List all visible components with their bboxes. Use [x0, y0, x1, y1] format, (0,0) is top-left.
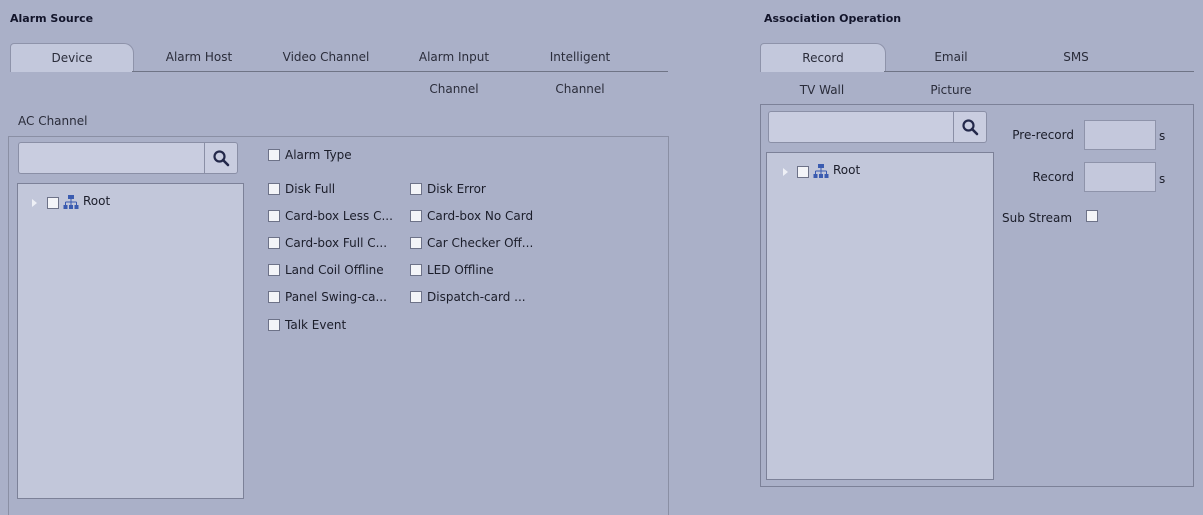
- panel-swing-label: Panel Swing-ca...: [285, 290, 387, 304]
- disk-error-checkbox[interactable]: [410, 183, 422, 195]
- tab-device[interactable]: Device: [10, 43, 134, 72]
- root-checkbox[interactable]: [47, 197, 59, 209]
- panel-top-border: [8, 136, 668, 137]
- record-unit: s: [1159, 172, 1166, 186]
- led-offline-label: LED Offline: [427, 263, 494, 277]
- tab-intelligent-channel[interactable]: Intelligent Channel: [524, 43, 636, 103]
- tree-root-label: Root: [83, 194, 111, 208]
- record-input[interactable]: [1084, 162, 1156, 192]
- tab-record[interactable]: Record: [760, 43, 886, 72]
- assoc-tree-panel: Root: [766, 152, 994, 480]
- card-box-no-card-checkbox[interactable]: [410, 210, 422, 222]
- card-box-no-card-label: Card-box No Card: [427, 209, 534, 223]
- device-search-input[interactable]: [18, 142, 204, 174]
- pre-record-unit: s: [1159, 129, 1166, 143]
- pre-record-label: Pre-record: [1012, 128, 1074, 142]
- tab-tv-wall[interactable]: TV Wall: [760, 76, 884, 104]
- assoc-search-input[interactable]: [768, 111, 953, 143]
- dispatch-card-label: Dispatch-card ...: [427, 290, 526, 304]
- tab-sms[interactable]: SMS: [1016, 43, 1136, 71]
- card-box-full-checkbox[interactable]: [268, 237, 280, 249]
- pre-record-input[interactable]: [1084, 120, 1156, 150]
- org-tree-icon: [63, 195, 79, 209]
- device-tree-panel: Root: [17, 183, 244, 499]
- tab-picture[interactable]: Picture: [892, 76, 1010, 104]
- land-coil-offline-label: Land Coil Offline: [285, 263, 384, 277]
- talk-event-label: Talk Event: [285, 318, 347, 332]
- assoc-tab-underline: [884, 71, 1194, 72]
- car-checker-offline-label: Car Checker Off...: [427, 236, 534, 250]
- sub-stream-checkbox[interactable]: [1086, 210, 1098, 222]
- tab-underline: [132, 71, 668, 72]
- disk-full-checkbox[interactable]: [268, 183, 280, 195]
- disk-full-label: Disk Full: [285, 182, 336, 196]
- expand-arrow-icon[interactable]: [783, 168, 788, 176]
- tab-video-channel[interactable]: Video Channel: [262, 43, 390, 71]
- tab-alarm-input-label: Alarm Input: [418, 50, 490, 64]
- tab-intelligent-label: Intelligent: [549, 50, 611, 64]
- tab-alarm-input-label-2: Channel: [429, 82, 479, 96]
- alarm-source-title: Alarm Source: [10, 12, 94, 25]
- sub-stream-label: Sub Stream: [1002, 211, 1073, 225]
- search-icon: [213, 150, 230, 167]
- tab-alarm-input-channel[interactable]: Alarm Input Channel: [398, 43, 510, 103]
- alarm-type-label: Alarm Type: [285, 148, 352, 162]
- dispatch-card-checkbox[interactable]: [410, 291, 422, 303]
- search-button[interactable]: [204, 142, 238, 174]
- talk-event-checkbox[interactable]: [268, 319, 280, 331]
- car-checker-offline-checkbox[interactable]: [410, 237, 422, 249]
- expand-arrow-icon[interactable]: [32, 199, 37, 207]
- association-operation-title: Association Operation: [764, 12, 902, 25]
- panel-swing-checkbox[interactable]: [268, 291, 280, 303]
- left-border: [8, 136, 9, 515]
- tab-intelligent-label-2: Channel: [555, 82, 605, 96]
- record-label: Record: [1032, 170, 1074, 184]
- card-box-less-label: Card-box Less C...: [285, 209, 393, 223]
- ac-channel-label: AC Channel: [18, 114, 88, 128]
- led-offline-checkbox[interactable]: [410, 264, 422, 276]
- assoc-tree-root-label: Root: [833, 163, 861, 177]
- alarm-type-checkbox[interactable]: [268, 149, 280, 161]
- land-coil-offline-checkbox[interactable]: [268, 264, 280, 276]
- assoc-root-checkbox[interactable]: [797, 166, 809, 178]
- tab-alarm-host[interactable]: Alarm Host: [140, 43, 258, 71]
- assoc-search-button[interactable]: [953, 111, 987, 143]
- org-tree-icon: [813, 164, 829, 178]
- disk-error-label: Disk Error: [427, 182, 486, 196]
- tab-email[interactable]: Email: [892, 43, 1010, 71]
- card-box-full-label: Card-box Full C...: [285, 236, 388, 250]
- panel-divider: [668, 136, 669, 515]
- search-icon: [962, 119, 979, 136]
- card-box-less-checkbox[interactable]: [268, 210, 280, 222]
